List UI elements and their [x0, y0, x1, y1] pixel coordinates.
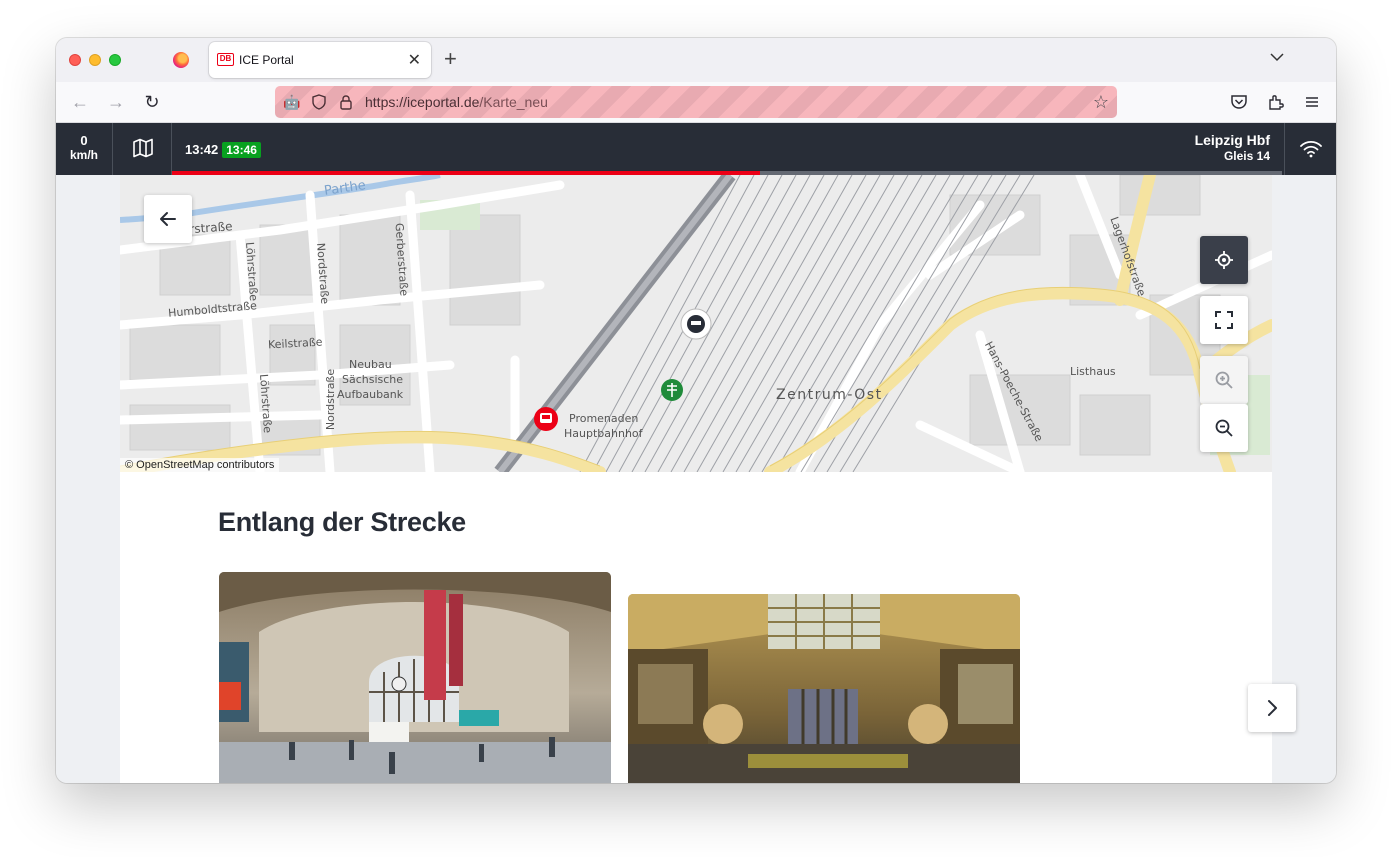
- map-attribution[interactable]: © OpenStreetMap contributors: [120, 458, 280, 472]
- zoom-in-icon: [1215, 371, 1233, 389]
- window-close-button[interactable]: [69, 54, 81, 66]
- map-label-zentrum-ost: Zentrum-Ost: [776, 387, 883, 403]
- lock-icon[interactable]: [339, 94, 353, 110]
- next-station: Leipzig Hbf Gleis 14: [1195, 131, 1270, 164]
- speed-value: 0: [80, 133, 88, 148]
- section-title: Entlang der Strecke: [218, 507, 466, 537]
- url-path: /Karte_neu: [479, 94, 548, 110]
- map-button[interactable]: [113, 123, 172, 175]
- db-logo-icon: DB: [217, 53, 234, 66]
- wifi-button[interactable]: [1284, 123, 1336, 175]
- url-host: https://iceportal.de: [365, 94, 480, 110]
- map-back-button[interactable]: [144, 195, 192, 243]
- new-tab-button[interactable]: +: [444, 48, 457, 70]
- zoom-out-button[interactable]: [1200, 404, 1248, 452]
- poi-card-image[interactable]: [628, 594, 1020, 783]
- map-label-neubau-2: Sächsische: [342, 373, 404, 386]
- map-icon: [133, 138, 153, 158]
- map-label-promenaden-1: Promenaden: [569, 412, 639, 425]
- station-name: Leipzig Hbf: [1194, 132, 1270, 148]
- pocket-icon[interactable]: [1229, 92, 1249, 112]
- fullscreen-button[interactable]: [1200, 296, 1248, 344]
- scheduled-time: 13:42: [185, 142, 219, 157]
- tab-strip: DB ICE Portal ✕ +: [56, 38, 1336, 82]
- screenshot-stage: DB ICE Portal ✕ + ← → ↻ 🤖 https://icepor…: [0, 0, 1392, 857]
- map-label-neubau-1: Neubau: [349, 358, 392, 371]
- reload-icon[interactable]: ↻: [142, 92, 162, 112]
- browser-tab-ice-portal[interactable]: DB ICE Portal ✕: [209, 42, 431, 78]
- map-label-promenaden-2: Hauptbahnhof: [564, 427, 643, 440]
- arrow-left-icon: [160, 212, 176, 226]
- route-map[interactable]: Parthe erstraße Löhrstraße Nordstraße Ge…: [120, 175, 1272, 472]
- chevron-right-icon: [1268, 700, 1277, 716]
- along-route-section: Entlang der Strecke: [120, 472, 1296, 783]
- speed-display: 0 km/h: [56, 123, 113, 175]
- ice-status-bar: 0 km/h 13:42 13:46 Leipzig Hbf Gleis 14: [56, 123, 1336, 175]
- speed-unit: km/h: [69, 148, 98, 162]
- wifi-icon: [1300, 140, 1322, 158]
- poi-card-image[interactable]: [219, 572, 611, 783]
- zoom-in-button[interactable]: [1200, 356, 1248, 404]
- chevron-down-icon[interactable]: [1270, 50, 1284, 64]
- locate-train-button[interactable]: [1200, 236, 1248, 284]
- station-hall-photo: [219, 572, 611, 783]
- map-tiles: [120, 175, 1272, 472]
- window-maximize-button[interactable]: [109, 54, 121, 66]
- crosshair-icon: [1215, 251, 1233, 269]
- carousel-next-button[interactable]: [1248, 684, 1296, 732]
- extensions-icon[interactable]: [1266, 92, 1286, 112]
- forward-arrow-icon[interactable]: →: [106, 92, 126, 112]
- url-text[interactable]: https://iceportal.de/Karte_neu: [365, 94, 548, 110]
- station-concourse-photo: [628, 594, 1020, 783]
- window-minimize-button[interactable]: [89, 54, 101, 66]
- remote-control-robot-icon[interactable]: 🤖: [283, 94, 300, 110]
- map-label-nordstrasse-2: Nordstraße: [324, 368, 338, 431]
- back-arrow-icon[interactable]: ←: [70, 92, 90, 112]
- fullscreen-icon: [1215, 311, 1233, 329]
- menu-icon[interactable]: [1302, 92, 1322, 112]
- close-tab-icon[interactable]: ✕: [408, 50, 421, 70]
- station-platform: Gleis 14: [1223, 149, 1270, 163]
- tracking-protection-shield-icon[interactable]: [312, 94, 326, 110]
- map-label-listhaus: Listhaus: [1070, 365, 1116, 378]
- zoom-out-icon: [1215, 419, 1233, 437]
- navigation-bar: ← → ↻ 🤖 https://iceportal.de/Karte_neu ☆: [56, 82, 1336, 123]
- tab-title: ICE Portal: [239, 53, 294, 67]
- address-bar[interactable]: 🤖 https://iceportal.de/Karte_neu ☆: [275, 86, 1117, 118]
- browser-window: DB ICE Portal ✕ + ← → ↻ 🤖 https://icepor…: [56, 38, 1336, 783]
- page-content: Parthe erstraße Löhrstraße Nordstraße Ge…: [56, 175, 1336, 783]
- actual-time-badge: 13:46: [222, 142, 261, 158]
- firefox-icon: [173, 52, 189, 68]
- map-label-neubau-3: Aufbaubank: [337, 388, 404, 401]
- bookmark-star-icon[interactable]: ☆: [1093, 92, 1109, 113]
- arrival-times: 13:42 13:46: [185, 142, 261, 158]
